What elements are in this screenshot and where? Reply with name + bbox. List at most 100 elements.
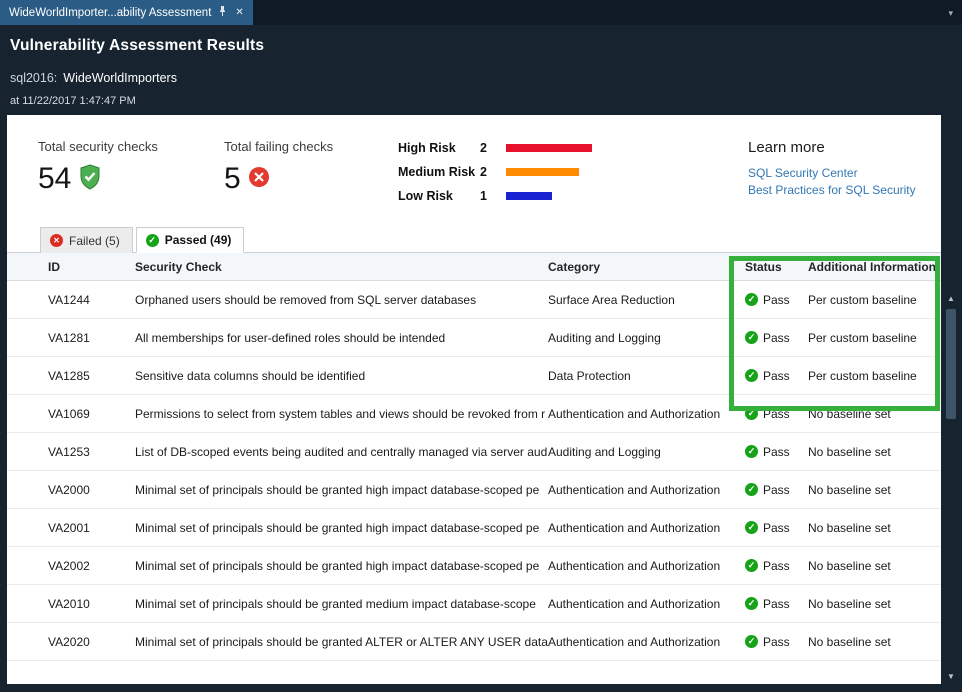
- table-row[interactable]: VA2000 Minimal set of principals should …: [7, 471, 941, 509]
- table-scrollbar[interactable]: ▲ ▼: [943, 293, 959, 683]
- document-tab-bar: WideWorldImporter...ability Assessment ✕…: [0, 0, 962, 25]
- row-status: Pass: [745, 635, 808, 649]
- scroll-up-icon[interactable]: ▲: [947, 293, 955, 305]
- scroll-down-icon[interactable]: ▼: [947, 671, 955, 683]
- table-row[interactable]: VA2002 Minimal set of principals should …: [7, 547, 941, 585]
- sql-security-center-link[interactable]: SQL Security Center: [748, 166, 916, 180]
- row-security-check: Minimal set of principals should be gran…: [135, 597, 548, 611]
- column-header-security-check: Security Check: [135, 260, 548, 274]
- risk-breakdown: High Risk 2 Medium Risk 2 Low Risk 1: [398, 139, 610, 213]
- table-row[interactable]: VA1069 Permissions to select from system…: [7, 395, 941, 433]
- row-id: VA2002: [48, 559, 135, 573]
- row-additional-info: Per custom baseline: [808, 369, 938, 383]
- tab-passed-label: Passed (49): [165, 233, 232, 247]
- row-id: VA2020: [48, 635, 135, 649]
- row-id: VA2000: [48, 483, 135, 497]
- column-header-id: ID: [48, 260, 135, 274]
- column-header-category: Category: [548, 260, 745, 274]
- low-risk-label: Low Risk: [398, 189, 480, 203]
- document-tab-title: WideWorldImporter...ability Assessment: [9, 7, 211, 19]
- row-category: Authentication and Authorization: [548, 483, 745, 497]
- table-row[interactable]: VA1244 Orphaned users should be removed …: [7, 281, 941, 319]
- row-additional-info: No baseline set: [808, 597, 938, 611]
- high-risk-value: 2: [480, 141, 506, 155]
- row-additional-info: No baseline set: [808, 445, 938, 459]
- close-icon[interactable]: ✕: [235, 7, 243, 18]
- row-id: VA2010: [48, 597, 135, 611]
- pass-icon: [745, 293, 758, 306]
- learn-more-block: Learn more SQL Security Center Best Prac…: [748, 139, 916, 213]
- row-status-label: Pass: [763, 331, 790, 345]
- document-tab[interactable]: WideWorldImporter...ability Assessment ✕: [0, 0, 253, 25]
- column-header-additional-information: Additional Information: [808, 260, 938, 274]
- row-status-label: Pass: [763, 597, 790, 611]
- row-id: VA1253: [48, 445, 135, 459]
- table-row[interactable]: VA1285 Sensitive data columns should be …: [7, 357, 941, 395]
- row-status: Pass: [745, 407, 808, 421]
- row-additional-info: Per custom baseline: [808, 331, 938, 345]
- page-title: Vulnerability Assessment Results: [10, 37, 952, 55]
- medium-risk-value: 2: [480, 165, 506, 179]
- tab-failed[interactable]: Failed (5): [40, 227, 133, 253]
- table-row[interactable]: VA2010 Minimal set of principals should …: [7, 585, 941, 623]
- failing-checks-value: 5: [224, 162, 241, 196]
- table-row[interactable]: VA2020 Minimal set of principals should …: [7, 623, 941, 661]
- row-security-check: Permissions to select from system tables…: [135, 407, 548, 421]
- high-risk-label: High Risk: [398, 141, 480, 155]
- pin-icon[interactable]: [218, 5, 227, 20]
- table-row[interactable]: VA1281 All memberships for user-defined …: [7, 319, 941, 357]
- row-status: Pass: [745, 559, 808, 573]
- row-status-label: Pass: [763, 559, 790, 573]
- low-risk-value: 1: [480, 189, 506, 203]
- row-id: VA1069: [48, 407, 135, 421]
- row-additional-info: No baseline set: [808, 407, 938, 421]
- pass-icon: [745, 559, 758, 572]
- row-status: Pass: [745, 483, 808, 497]
- database-name: WideWorldImporters: [63, 71, 177, 85]
- row-security-check: Sensitive data columns should be identif…: [135, 369, 548, 383]
- row-security-check: Minimal set of principals should be gran…: [135, 635, 548, 649]
- row-id: VA1244: [48, 293, 135, 307]
- summary-strip: Total security checks 54 Total failing c…: [7, 115, 941, 213]
- table-header-row: ID Security Check Category Status Additi…: [7, 253, 941, 281]
- row-security-check: Minimal set of principals should be gran…: [135, 521, 548, 535]
- window-dropdown-icon[interactable]: ▾: [948, 0, 962, 25]
- row-status-label: Pass: [763, 407, 790, 421]
- total-checks-value: 54: [38, 162, 71, 196]
- server-name: sql2016:: [10, 71, 57, 85]
- table-row[interactable]: VA1253 List of DB-scoped events being au…: [7, 433, 941, 471]
- row-id: VA1281: [48, 331, 135, 345]
- row-status: Pass: [745, 445, 808, 459]
- row-additional-info: No baseline set: [808, 559, 938, 573]
- pass-icon: [745, 445, 758, 458]
- total-checks-block: Total security checks 54: [38, 139, 224, 213]
- row-security-check: All memberships for user-defined roles s…: [135, 331, 548, 345]
- row-additional-info: No baseline set: [808, 521, 938, 535]
- row-status: Pass: [745, 369, 808, 383]
- shield-check-icon: [78, 164, 102, 195]
- pass-icon: [146, 234, 159, 247]
- table-row[interactable]: VA2001 Minimal set of principals should …: [7, 509, 941, 547]
- row-category: Data Protection: [548, 369, 745, 383]
- medium-risk-label: Medium Risk: [398, 165, 480, 179]
- pass-icon: [745, 331, 758, 344]
- high-risk-bar: [506, 144, 592, 152]
- low-risk-bar: [506, 192, 552, 200]
- medium-risk-row: Medium Risk 2: [398, 165, 610, 179]
- row-status-label: Pass: [763, 445, 790, 459]
- row-status-label: Pass: [763, 293, 790, 307]
- pass-icon: [745, 521, 758, 534]
- row-security-check: Orphaned users should be removed from SQ…: [135, 293, 548, 307]
- tab-passed[interactable]: Passed (49): [136, 227, 245, 253]
- row-additional-info: No baseline set: [808, 483, 938, 497]
- scroll-thumb[interactable]: [946, 309, 956, 419]
- row-security-check: List of DB-scoped events being audited a…: [135, 445, 548, 459]
- row-category: Authentication and Authorization: [548, 521, 745, 535]
- failing-checks-label: Total failing checks: [224, 139, 398, 154]
- best-practices-link[interactable]: Best Practices for SQL Security: [748, 183, 916, 197]
- results-panel: Total security checks 54 Total failing c…: [7, 115, 941, 684]
- assessment-header: Vulnerability Assessment Results sql2016…: [0, 25, 962, 115]
- row-additional-info: No baseline set: [808, 635, 938, 649]
- pass-icon: [745, 369, 758, 382]
- low-risk-row: Low Risk 1: [398, 189, 610, 203]
